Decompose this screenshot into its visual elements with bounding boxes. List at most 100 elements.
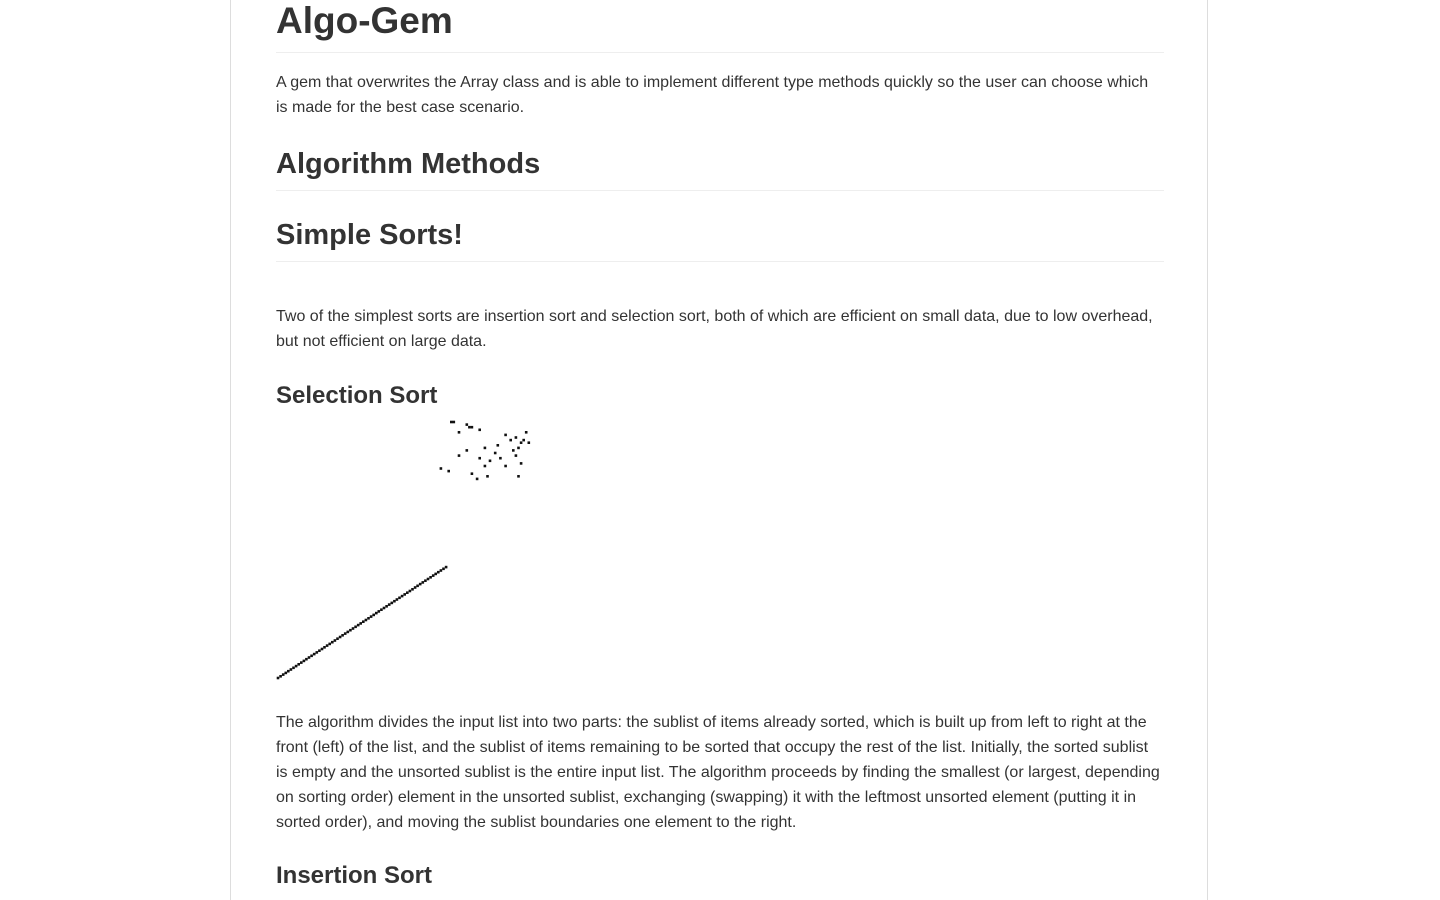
sorted-item-dot <box>284 671 288 675</box>
unsorted-item-dot <box>493 451 497 455</box>
sorted-item-dot <box>382 606 386 610</box>
sorted-item-dot <box>418 582 422 586</box>
sorted-item-dot <box>341 634 344 637</box>
sorted-item-dot <box>413 586 417 589</box>
sorted-item-dot <box>276 676 280 680</box>
sorted-item-dot <box>442 567 445 571</box>
sorted-item-dot <box>281 673 285 676</box>
sorted-item-dot <box>310 654 313 658</box>
sorted-item-dot <box>338 635 342 639</box>
unsorted-item-dot <box>514 436 518 439</box>
sorted-item-dot <box>328 642 331 646</box>
sorted-item-dot <box>287 669 290 673</box>
sorted-item-dot <box>406 591 409 594</box>
unsorted-item-dot <box>439 467 443 470</box>
sorted-item-dot <box>343 632 347 635</box>
sorted-item-dot <box>387 603 391 606</box>
sorted-item-dot <box>351 627 355 630</box>
sorted-item-dot <box>416 584 419 588</box>
simple-sorts-paragraph: Two of the simplest sorts are insertion … <box>276 308 1153 350</box>
unsorted-item-dot <box>524 431 528 434</box>
unsorted-item-dot <box>478 456 481 460</box>
sorted-item-dot <box>395 598 399 601</box>
sorted-item-dot <box>424 579 427 582</box>
unsorted-item-dot <box>486 475 489 478</box>
selection-sort-animation-image <box>276 420 531 680</box>
unsorted-item-dot <box>504 464 507 468</box>
sorted-item-dot <box>367 617 370 620</box>
unsorted-item-dot <box>514 454 518 457</box>
sorted-item-dot <box>336 637 339 640</box>
sorted-item-dot <box>315 651 319 654</box>
unsorted-item-dot <box>499 456 502 460</box>
sorted-item-dot <box>439 569 443 572</box>
sorted-item-dot <box>444 565 448 569</box>
sorted-item-dot <box>400 594 404 598</box>
unsorted-item-dot <box>527 441 531 444</box>
sorted-item-dot <box>364 618 368 622</box>
selection-sort-paragraph: The algorithm divides the input list int… <box>276 714 1160 831</box>
sorted-item-dot <box>380 608 383 611</box>
unsorted-item-dot <box>488 459 492 463</box>
sorted-item-dot <box>289 668 293 671</box>
unsorted-item-dot <box>457 454 461 457</box>
sorted-item-dot <box>331 640 334 644</box>
unsorted-item-dot <box>478 428 481 432</box>
page-title: Algo-Gem <box>276 0 1164 53</box>
unsorted-item-dot <box>483 464 487 468</box>
selection-sort-heading: Selection Sort <box>276 382 438 409</box>
unsorted-item-dot <box>517 475 520 478</box>
sorted-item-dot <box>411 588 414 591</box>
sorted-item-dot <box>375 611 378 615</box>
unsorted-item-dot <box>447 469 450 473</box>
sorted-item-dot <box>297 663 300 666</box>
sorted-item-dot <box>356 623 360 627</box>
sorted-item-dot <box>318 649 321 652</box>
sorted-item-dot <box>292 666 295 670</box>
sorted-item-dot <box>393 599 396 603</box>
unsorted-item-dot <box>475 477 479 481</box>
sorted-item-dot <box>421 581 425 584</box>
readme-panel: Algo-Gem A gem that overwrites the Array… <box>230 0 1208 900</box>
sorted-item-dot <box>377 610 381 613</box>
sorted-item-dot <box>437 570 440 574</box>
unsorted-item-dot <box>465 449 469 452</box>
simple-sorts-heading: Simple Sorts! <box>276 217 1164 262</box>
sorted-item-dot <box>434 572 437 576</box>
sorted-item-dot <box>325 644 329 647</box>
sorted-item-dot <box>372 613 375 617</box>
sorted-item-dot <box>431 574 435 577</box>
sorted-item-dot <box>302 659 306 663</box>
sorted-item-dot <box>300 661 303 664</box>
algorithm-methods-heading: Algorithm Methods <box>276 146 1164 191</box>
sorted-item-dot <box>369 615 373 618</box>
unsorted-item-dot <box>483 446 487 450</box>
unsorted-item-dot <box>465 423 469 426</box>
unsorted-item-dot <box>512 449 515 452</box>
sorted-item-dot <box>354 625 357 629</box>
sorted-item-dot <box>333 639 337 642</box>
sorted-item-dot <box>307 656 311 659</box>
intro-paragraph: A gem that overwrites the Array class an… <box>276 74 1149 116</box>
unsorted-item-dot <box>522 438 525 442</box>
sorted-item-dot <box>403 593 406 596</box>
sorted-item-dot <box>359 622 362 625</box>
unsorted-item-dot <box>470 472 474 475</box>
sorted-item-dot <box>398 596 401 600</box>
unsorted-item-dot <box>517 446 520 450</box>
sorted-item-dot <box>429 576 432 579</box>
sorted-item-dot <box>362 620 365 623</box>
sorted-item-dot <box>385 605 388 608</box>
sorted-item-dot <box>294 664 298 668</box>
sorted-item-dot <box>312 652 316 656</box>
sorted-item-dot <box>349 628 352 632</box>
sorted-item-dot <box>426 577 430 581</box>
unsorted-item-dot <box>509 438 512 442</box>
sorted-item-dot <box>408 589 412 593</box>
unsorted-item-dot <box>519 462 523 465</box>
unsorted-item-dot <box>519 441 523 444</box>
insertion-sort-heading: Insertion Sort <box>276 862 433 889</box>
unsorted-item-dot <box>470 425 474 429</box>
unsorted-item-dot <box>452 420 456 424</box>
unsorted-item-dot <box>450 420 453 424</box>
